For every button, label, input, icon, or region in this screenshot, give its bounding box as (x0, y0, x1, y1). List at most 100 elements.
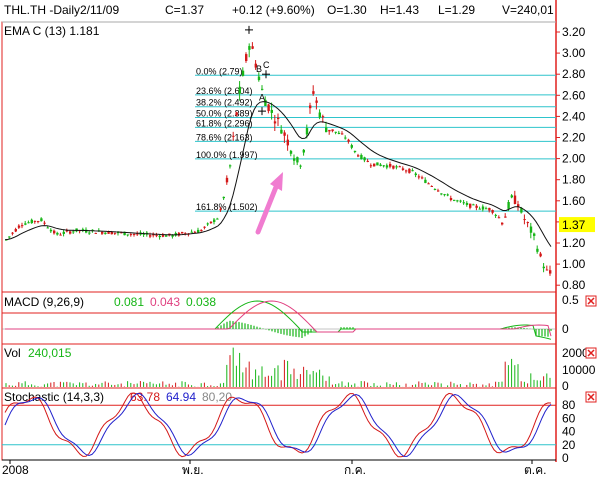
price-tick-label: 2.60 (562, 88, 586, 102)
pattern-label-c: C (263, 60, 270, 70)
candle-body (40, 218, 43, 222)
candle-body (213, 219, 216, 222)
volume-tick-label: 10000 (562, 363, 596, 377)
candle-body (315, 100, 318, 103)
candle-body (437, 190, 440, 192)
candle-body (401, 168, 405, 170)
candle-body (312, 91, 315, 94)
candle-body (523, 219, 526, 221)
candle-body (475, 205, 478, 208)
candle-body (158, 235, 161, 238)
candle-body (529, 226, 533, 233)
candle-body (155, 235, 158, 237)
candle-body (302, 149, 305, 153)
candle-body (405, 170, 408, 172)
candle-body (101, 231, 104, 234)
candle-body (209, 221, 213, 224)
candle-body (417, 176, 421, 178)
candle-body (296, 157, 299, 163)
header-open: O=1.30 (327, 3, 367, 17)
candle-body (382, 165, 385, 167)
candle-body (526, 222, 529, 224)
fib-level-label: 38.2% (2.492) (196, 98, 253, 108)
panel-close-button[interactable] (585, 295, 597, 307)
candle-body (462, 202, 465, 204)
candle-body (385, 165, 389, 168)
candle-body (129, 234, 133, 236)
candle-body (193, 231, 197, 233)
candle-body (456, 200, 459, 202)
candle-body (216, 218, 219, 220)
candle-body (318, 112, 321, 118)
candle-body (533, 233, 536, 236)
candle-body (293, 158, 296, 161)
candle-body (33, 220, 37, 222)
candle-body (21, 225, 24, 227)
macd-title: MACD (9,26,9) (4, 295, 84, 309)
candle-body (443, 194, 446, 196)
current-price-label: 1.37 (562, 218, 586, 232)
candle-body (238, 86, 241, 94)
candle-body (491, 210, 494, 213)
price-tick-label: 2.80 (562, 67, 586, 81)
header-close: C=1.37 (165, 3, 204, 17)
volume-panel (1, 343, 557, 389)
price-tick-label: 3.00 (562, 46, 586, 60)
candle-body (465, 202, 469, 205)
candle-body (136, 233, 139, 235)
candle-body (357, 155, 360, 157)
candle-body (376, 162, 379, 166)
panel-close-button[interactable] (585, 347, 597, 359)
candle-body (56, 232, 59, 235)
candle-body (350, 145, 353, 148)
candle-body (501, 222, 504, 225)
candle-body (49, 229, 53, 232)
candle-body (88, 232, 91, 234)
panel-close-button[interactable] (585, 391, 597, 403)
candle-body (245, 54, 248, 61)
macd-value-2: 0.043 (150, 295, 180, 309)
candle-body (344, 137, 347, 139)
candle-body (510, 195, 513, 198)
candle-body (446, 194, 449, 196)
candle-body (126, 234, 129, 236)
candle-body (17, 225, 21, 228)
candle-body (8, 236, 11, 238)
price-tick-label: 1.00 (562, 257, 586, 271)
header-low: L=1.29 (438, 3, 475, 17)
candle-body (11, 232, 14, 234)
candle-body (545, 269, 549, 271)
candle-body (283, 132, 286, 136)
candle-body (334, 131, 337, 133)
stochastic-d: 64.94 (166, 390, 196, 404)
volume-tick-label: 0 (562, 379, 569, 393)
candle-body (513, 195, 517, 204)
candle-body (72, 231, 75, 233)
fib-level-label: 78.6% (2.163) (196, 132, 253, 142)
candle-body (469, 203, 472, 208)
candle-body (328, 129, 331, 132)
candle-body (62, 231, 65, 234)
candle-body (321, 116, 325, 118)
header-date: 2/11/09 (80, 3, 119, 17)
macd-value-1: 0.081 (114, 295, 144, 309)
x-tick-label: 2008 (2, 463, 29, 477)
fib-level-label: 0.0% (2.79) (196, 66, 243, 76)
candle-body (421, 177, 424, 179)
candle-body (430, 185, 433, 187)
candle-body (433, 188, 437, 190)
candle-body (203, 226, 206, 228)
candle-body (497, 217, 501, 219)
candle-body (37, 221, 40, 223)
candle-body (241, 70, 245, 76)
stochastic-tick-label: 0 (562, 451, 569, 465)
candle-body (59, 234, 62, 236)
candle-body (94, 232, 97, 234)
candle-body (110, 231, 113, 235)
candle-body (30, 219, 33, 224)
candle-body (27, 222, 30, 224)
candle-body (305, 128, 309, 135)
candle-body (481, 206, 485, 210)
stochastic-level: 80,20 (202, 390, 232, 404)
candle-body (251, 46, 254, 49)
